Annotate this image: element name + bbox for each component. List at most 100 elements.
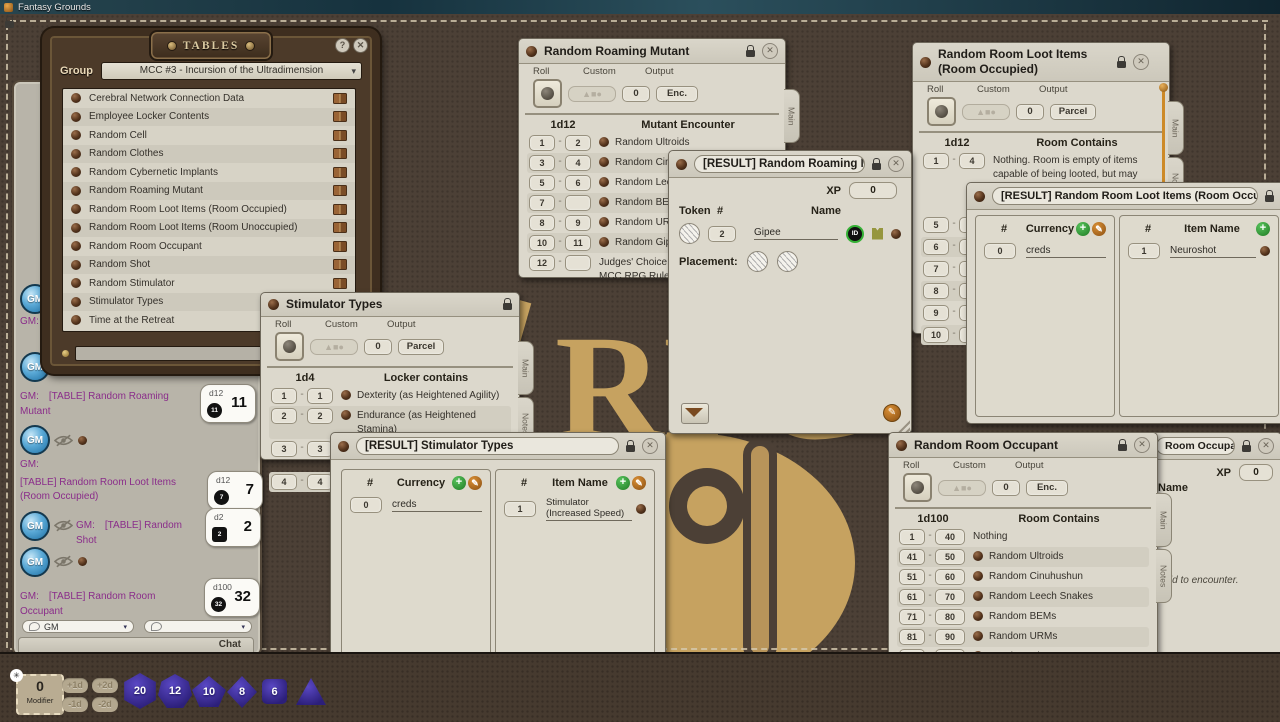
die-d6[interactable]: 6 (262, 679, 287, 704)
record-bullet-icon[interactable] (973, 631, 983, 641)
xp-value[interactable]: 0 (1239, 464, 1273, 481)
tables-plaque[interactable]: TABLES (149, 30, 273, 61)
custom-shapes-toggle[interactable]: ▲■● (962, 104, 1010, 120)
close-icon[interactable] (1258, 438, 1274, 454)
book-icon[interactable] (333, 204, 347, 215)
close-icon[interactable] (888, 156, 904, 172)
dice-result-card[interactable]: d12 7 7 (207, 471, 263, 510)
custom-shapes-toggle[interactable]: ▲■● (568, 86, 616, 102)
close-icon[interactable] (642, 438, 658, 454)
edit-pencil-button[interactable] (883, 404, 901, 422)
record-bullet-icon[interactable] (599, 237, 609, 247)
book-icon[interactable] (333, 241, 347, 252)
record-bullet-icon[interactable] (891, 229, 901, 239)
list-item[interactable]: Random Roaming Mutant (63, 182, 355, 201)
record-bullet-icon[interactable] (599, 177, 609, 187)
record-bullet-icon[interactable] (973, 591, 983, 601)
record-bullet-icon[interactable] (338, 441, 349, 452)
window-title-field[interactable]: Room Occupant (1156, 437, 1235, 455)
output-mode-chip[interactable]: Parcel (1050, 104, 1096, 120)
close-icon[interactable]: ✕ (353, 38, 368, 53)
dice-result-card[interactable]: d2 2 2 (205, 508, 261, 547)
tab-main[interactable]: Main (1156, 493, 1172, 547)
help-icon[interactable]: ? (335, 38, 350, 53)
record-bullet-icon[interactable] (920, 57, 931, 68)
record-bullet-icon[interactable] (896, 440, 907, 451)
tab-main[interactable]: Main (518, 341, 534, 395)
book-icon[interactable] (333, 167, 347, 178)
tab-main[interactable]: Main (1168, 101, 1184, 155)
chat-link-bullet[interactable] (78, 557, 87, 566)
roll-die-button[interactable] (275, 332, 304, 361)
custom-shapes-toggle[interactable]: ▲■● (938, 480, 986, 496)
id-badge[interactable]: ID (846, 225, 864, 243)
die-d4[interactable] (296, 678, 326, 705)
window-title-field[interactable]: [RESULT] Stimulator Types (356, 437, 619, 455)
eye-slash-icon[interactable] (54, 519, 73, 532)
book-icon[interactable] (333, 130, 347, 141)
placement-token[interactable] (747, 251, 768, 272)
roll-die-button[interactable] (927, 97, 956, 126)
add-icon[interactable] (1256, 222, 1270, 236)
npc-count[interactable]: 2 (708, 226, 736, 242)
book-icon[interactable] (333, 278, 347, 289)
dice-result-card[interactable]: d12 11 11 (200, 384, 256, 423)
book-icon[interactable] (333, 148, 347, 159)
record-bullet-icon[interactable] (973, 551, 983, 561)
output-mode-chip[interactable]: Enc. (656, 86, 698, 102)
eye-slash-icon[interactable] (54, 555, 73, 568)
record-bullet-icon[interactable] (636, 504, 646, 514)
add-icon[interactable] (616, 476, 630, 490)
list-item[interactable]: Random Room Loot Items (Room Occupied) (63, 200, 355, 219)
record-bullet-icon[interactable] (341, 390, 351, 400)
output-mode-chip[interactable]: Enc. (1026, 480, 1068, 496)
lock-icon[interactable] (503, 303, 512, 310)
list-item[interactable]: Random Shot (63, 256, 355, 275)
list-item[interactable]: Random Stimulator (63, 274, 355, 293)
record-bullet-icon[interactable] (599, 197, 609, 207)
die-d20[interactable]: 20 (122, 673, 158, 709)
tab-main[interactable]: Main (784, 89, 800, 143)
lock-icon[interactable] (1242, 445, 1251, 452)
add-icon[interactable] (452, 476, 466, 490)
custom-modifier-chip[interactable]: 0 (992, 480, 1020, 496)
remove-two-dice-button[interactable]: -2d (92, 697, 118, 712)
edit-icon[interactable] (632, 476, 646, 490)
record-bullet-icon[interactable] (599, 137, 609, 147)
record-bullet-icon[interactable] (676, 159, 687, 170)
book-icon[interactable] (333, 185, 347, 196)
record-bullet-icon[interactable] (973, 571, 983, 581)
die-d8[interactable]: 8 (227, 676, 257, 708)
list-item[interactable]: Random Cybernetic Implants (63, 163, 355, 182)
list-item[interactable]: Random Clothes (63, 145, 355, 164)
record-bullet-icon[interactable] (973, 611, 983, 621)
chat-input-tab[interactable]: Chat (18, 637, 254, 653)
custom-modifier-chip[interactable]: 0 (364, 339, 392, 355)
close-icon[interactable] (1134, 437, 1150, 453)
lock-icon[interactable] (1118, 444, 1127, 451)
die-d12[interactable]: 12 (158, 674, 192, 708)
close-icon[interactable] (1133, 54, 1149, 70)
lock-icon[interactable] (1265, 195, 1274, 202)
record-bullet-icon[interactable] (599, 157, 609, 167)
record-bullet-icon[interactable] (268, 299, 279, 310)
roll-die-button[interactable] (903, 473, 932, 502)
custom-modifier-chip[interactable]: 0 (1016, 104, 1044, 120)
lock-icon[interactable] (872, 163, 881, 170)
token-image[interactable] (679, 223, 700, 244)
book-icon[interactable] (333, 259, 347, 270)
tab-notes[interactable]: Notes (1156, 549, 1172, 603)
book-icon[interactable] (333, 111, 347, 122)
edit-icon[interactable] (1092, 222, 1106, 236)
lock-icon[interactable] (1117, 61, 1126, 68)
record-bullet-icon[interactable] (974, 191, 985, 202)
book-icon[interactable] (333, 93, 347, 104)
chat-speaker-select[interactable]: GM (22, 620, 134, 633)
modifier-star-icon[interactable] (10, 669, 23, 682)
edit-icon[interactable] (468, 476, 482, 490)
dice-result-card[interactable]: d100 32 32 (204, 578, 260, 617)
lock-icon[interactable] (746, 50, 755, 57)
record-bullet-icon[interactable] (599, 217, 609, 227)
list-item[interactable]: Random Room Occupant (63, 237, 355, 256)
xp-value[interactable]: 0 (849, 182, 897, 199)
